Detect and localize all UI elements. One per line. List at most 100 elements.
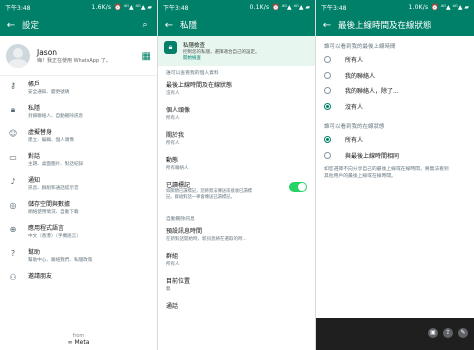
last-seen-option-nobody[interactable]: 沒有人	[316, 99, 474, 115]
privacy-item-title: 預設訊息時間	[166, 228, 203, 235]
status-time: 下午3:48	[163, 4, 189, 12]
status-signal-icons: ⏰ ⁴ᴳ▲ ⁴ᴳ▲ ▰	[114, 3, 152, 11]
privacy-item-value: 在新對話開始時，新訊息將在選取的時...	[166, 237, 247, 242]
status-bar: 下午3:48 1.0K/s ⏰ ⁴ᴳ▲ ⁴ᴳ▲ ▰	[316, 0, 474, 14]
privacy-item-title: 已讀標記	[166, 182, 191, 189]
privacy-item-default-timer[interactable]: 預設訊息時間 在新對話開始時，新訊息將在選取的時...	[158, 224, 315, 249]
privacy-app-bar: ← 私隱	[158, 14, 315, 36]
online-option-same-as-last-seen[interactable]: 與最後上線時間相同	[316, 148, 474, 164]
last-seen-question: 誰可以看到我的最後上線時間	[324, 44, 396, 50]
search-icon[interactable]: ⌕	[139, 20, 151, 30]
status-signal-icons: ⏰ ⁴ᴳ▲ ⁴ᴳ▲ ▰	[431, 3, 469, 11]
settings-item-subtitle: 建立、編輯、個人頭像	[28, 138, 74, 143]
help-icon: ?	[10, 249, 16, 258]
settings-item-chats[interactable]: ▭ 對話主題、桌面圖片、對話紀錄	[0, 148, 157, 172]
settings-item-title: 對話	[28, 153, 41, 160]
online-question: 誰可以看到我的在線狀態	[324, 124, 385, 130]
radio-button-selected[interactable]	[324, 102, 331, 110]
status-speed: 0.1K/s	[249, 3, 270, 11]
privacy-item-title: 個人頭像	[166, 107, 191, 114]
option-label: 沒有人	[345, 103, 364, 111]
share-icon[interactable]: ⇪	[443, 328, 453, 338]
status-time: 下午3:48	[321, 4, 347, 12]
option-label: 我的聯絡人	[345, 72, 376, 80]
people-icon: ⚇	[9, 273, 17, 282]
profile-status: 嗨！我正在使用 WhatsApp 了。	[37, 58, 111, 64]
start-checkup-link[interactable]: 開始檢查	[183, 55, 260, 61]
radio-button[interactable]	[324, 87, 331, 95]
settings-item-language[interactable]: ⊕ 應用程式語言 中文（香港）（手機語言）	[0, 220, 157, 244]
radio-button-selected[interactable]	[324, 136, 331, 144]
option-label: 所有人	[345, 137, 364, 145]
back-arrow-icon[interactable]: ←	[164, 20, 174, 31]
info-note: 如您選擇不向分享自己的最後上線或在線時間，將無法看到 其他用戶的最後上線或在線時…	[316, 163, 474, 180]
radio-button[interactable]	[324, 71, 331, 79]
page-title: 最後上線時間及在線狀態	[338, 21, 432, 31]
qr-code-icon[interactable]: ▦	[142, 51, 151, 62]
bottom-overlay: ▣ ⇪ ✎	[316, 318, 474, 350]
privacy-item-value: 所有人	[166, 141, 180, 146]
screenshot-icon[interactable]: ▣	[428, 328, 438, 338]
last-seen-option-contacts[interactable]: 我的聯絡人	[316, 68, 474, 84]
settings-item-help[interactable]: ? 幫助 幫助中心、聯絡我們、私隱政策	[0, 244, 157, 268]
privacy-item-title: 動態	[166, 157, 179, 164]
settings-item-title: 儲存空間與數據	[28, 201, 71, 208]
settings-item-subtitle: 訊息、群組和通話提示音	[28, 186, 79, 191]
privacy-item-title: 目前位置	[166, 278, 191, 285]
page-title: 私隱	[180, 21, 198, 31]
settings-item-title: 虛擬替身	[28, 129, 53, 136]
status-speed: 1.6K/s	[91, 3, 112, 11]
privacy-item-read-receipts[interactable]: 已讀標記 如關閉已讀標記，您將無法傳送或接收已讀標 記。群組對話一律會傳送已讀標…	[158, 178, 315, 212]
from-meta: from ∞ Meta	[0, 333, 157, 346]
privacy-item-title: 最後上線時間及在線狀態	[166, 82, 233, 89]
privacy-item-value: 所有人	[166, 116, 180, 121]
privacy-item-title: 通話	[166, 303, 179, 310]
last-seen-option-contacts-except[interactable]: 我的聯絡人，除了...	[316, 83, 474, 99]
settings-item-subtitle: 封鎖聯絡人、自動刪除訊息	[28, 114, 84, 119]
settings-item-invite[interactable]: ⚇ 邀請朋友	[0, 268, 157, 292]
option-label: 與最後上線時間相同	[345, 152, 400, 160]
privacy-item-value: 沒有人	[166, 91, 180, 96]
settings-item-subtitle: 主題、桌面圖片、對話紀錄	[28, 162, 84, 167]
back-arrow-icon[interactable]: ←	[6, 20, 16, 31]
privacy-item-live-location[interactable]: 目前位置 無	[158, 274, 315, 299]
chat-icon: ▭	[9, 153, 17, 162]
privacy-item-groups[interactable]: 群組 所有人	[158, 249, 315, 274]
status-time: 下午3:48	[5, 4, 31, 12]
lock-icon: 🔒︎	[164, 41, 177, 54]
radio-button[interactable]	[324, 56, 331, 64]
settings-item-avatar[interactable]: ☺ 虛擬替身建立、編輯、個人頭像	[0, 124, 157, 148]
settings-item-subtitle: 網絡使用情況、自動下載	[28, 210, 79, 215]
settings-item-subtitle: 幫助中心、聯絡我們、私隱政策	[28, 258, 93, 263]
privacy-checkup-banner[interactable]: 🔒︎ 私隱檢查 控制您的私隱，選擇適合自己的設定。 開始檢查	[158, 36, 315, 66]
read-receipts-toggle[interactable]	[289, 182, 307, 192]
privacy-item-status[interactable]: 動態 所有聯絡人	[158, 153, 315, 178]
privacy-item-value: 無	[166, 287, 171, 292]
last-seen-app-bar: ← 最後上線時間及在線狀態	[316, 14, 474, 36]
settings-item-account[interactable]: ⚷ 帳戶 安全通知、變更號碼	[0, 76, 157, 100]
settings-item-title: 通知	[28, 177, 41, 184]
privacy-item-last-seen[interactable]: 最後上線時間及在線狀態 沒有人	[158, 78, 315, 103]
privacy-item-about[interactable]: 關於我 所有人	[158, 128, 315, 153]
settings-item-title: 邀請朋友	[28, 273, 53, 280]
profile-row[interactable]: Jason 嗨！我正在使用 WhatsApp 了。 ▦	[0, 36, 157, 76]
storage-icon: ◎	[9, 201, 17, 210]
radio-button[interactable]	[324, 151, 331, 159]
avatar-icon: ☺	[8, 129, 18, 138]
settings-item-storage[interactable]: ◎ 儲存空間與數據網絡使用情況、自動下載	[0, 196, 157, 220]
settings-item-privacy[interactable]: 🔒︎ 私隱 封鎖聯絡人、自動刪除訊息	[0, 100, 157, 124]
privacy-item-calls[interactable]: 通話	[158, 299, 315, 324]
status-bar: 下午3:48 1.6K/s ⏰ ⁴ᴳ▲ ⁴ᴳ▲ ▰	[0, 0, 157, 14]
bell-icon: ♪	[10, 177, 16, 186]
last-seen-option-everyone[interactable]: 所有人	[316, 52, 474, 68]
settings-list: ⚷ 帳戶 安全通知、變更號碼 🔒︎ 私隱 封鎖聯絡人、自動刪除訊息 ☺ 虛擬替身建立…	[0, 76, 157, 292]
status-speed: 1.0K/s	[408, 3, 429, 11]
privacy-item-profile-photo[interactable]: 個人頭像 所有人	[158, 103, 315, 128]
edit-icon[interactable]: ✎	[458, 328, 468, 338]
settings-item-title: 應用程式語言	[28, 225, 65, 232]
back-arrow-icon[interactable]: ←	[322, 20, 332, 31]
settings-item-notifications[interactable]: ♪ 通知訊息、群組和通話提示音	[0, 172, 157, 196]
option-label: 所有人	[345, 57, 364, 65]
online-option-everyone[interactable]: 所有人	[316, 132, 474, 148]
avatar[interactable]	[6, 44, 30, 68]
